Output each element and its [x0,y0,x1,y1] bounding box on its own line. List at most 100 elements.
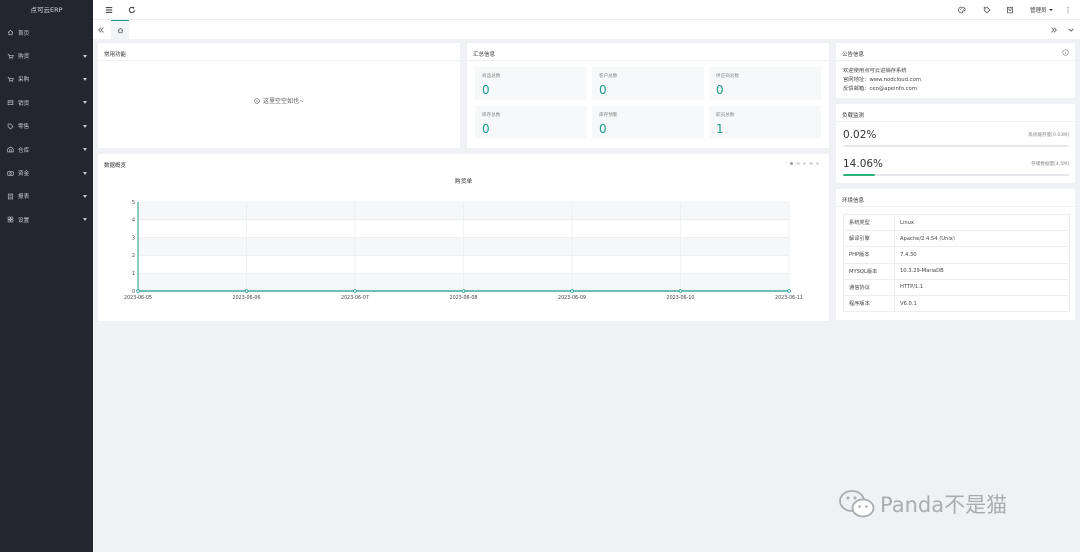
card-title: 常用功能 [104,52,127,58]
data-overview-card: 数据概览 购货单 0 1 2 3 4 5 2023-06-05 2023-06-06 2023-0… [98,154,829,321]
stat-label: 客户总数 [599,74,618,79]
caret-down-icon [1048,9,1053,11]
table-row: PHP版本 7.4.30 [843,246,1070,264]
table-row: 程序版本 V6.0.1 [843,294,1070,313]
y-tick-label: 3 [132,235,135,241]
sidebar-item[interactable]: 设置 [0,208,93,231]
tag-icon [7,123,14,130]
caret-down-icon [83,171,87,175]
x-tick-label: 2023-06-05 [124,295,152,301]
cart-icon [7,76,14,83]
y-tick-label: 1 [132,271,135,277]
caret-down-icon [83,124,87,128]
watermark: Panda不是猫 [838,488,1048,520]
notice-line: 欢迎使用点可云进销存系统 [843,68,907,74]
x-tick-label: 2023-06-08 [450,295,478,301]
cache-usage-value: 0.02% [843,129,877,141]
summary-stat[interactable]: 供应商总数 0 [709,67,821,100]
table-row: 通信协议 HTTP/1.1 [843,278,1070,296]
sidebar-item[interactable]: 零售 [0,115,93,138]
summary-stat[interactable]: 商品总数 0 [475,67,587,100]
grid-icon [7,216,14,223]
summary-stat[interactable]: 库存预警 0 [592,106,704,139]
double-chevron-left-icon[interactable] [96,25,106,35]
cache-usage-bar [843,145,1069,148]
x-tick-label: 2023-06-10 [667,295,695,301]
data-point [461,289,466,293]
stat-label: 供应商总数 [716,74,739,79]
sidebar-item[interactable]: 仓库 [0,138,93,161]
sidebar-item-label: 资金 [18,171,30,178]
storage-usage-value: 14.06% [843,158,884,170]
storage-usage-fill [843,174,875,177]
sidebar-item-label: 零售 [18,124,30,131]
env-value: Apache/2.4.54 (Unix) [894,230,1070,248]
sidebar-item[interactable]: 销货 [0,91,93,114]
palette-icon[interactable] [957,5,967,15]
summary-stat[interactable]: 库存总数 0 [475,106,587,139]
calendar-icon[interactable] [1005,5,1015,15]
tab-home[interactable] [111,20,129,39]
env-key: 解译引擎 [843,230,895,248]
env-value: V6.0.1 [894,294,1070,313]
stat-value: 0 [599,122,607,136]
env-key: 程序版本 [843,294,895,313]
data-point [787,289,791,293]
card-title: 汇总信息 [473,52,496,58]
menu-icon[interactable] [104,5,114,15]
y-tick-label: 4 [132,218,135,224]
x-tick-label: 2023-06-06 [233,295,261,301]
stat-label: 商品总数 [482,74,501,79]
sidebar-item-label: 仓库 [18,147,30,154]
info-icon[interactable] [1062,49,1069,56]
sidebar-item[interactable]: 首页 [0,21,93,44]
double-chevron-right-icon[interactable] [1049,25,1059,35]
app-logo: 点可云ERP [30,6,63,14]
summary-card: 汇总信息 商品总数 0 客户总数 0 供应商总数 0 库存总数 0 库存预警 0 职员总数 1 [467,43,829,148]
sidebar-item-label: 报表 [18,194,30,201]
money-icon [7,170,14,177]
refresh-icon[interactable] [127,5,137,15]
summary-stat[interactable]: 职员总数 1 [709,106,821,139]
env-key: 通信协议 [843,278,895,296]
home-icon [7,29,14,36]
env-value: 10.3.29-MariaDB [894,262,1070,280]
card-title: 负载监测 [842,113,865,119]
x-tick-label: 2023-06-09 [558,295,586,301]
env-key: PHP版本 [843,246,895,264]
sidebar-item[interactable]: 报表 [0,185,93,208]
home-icon [117,27,123,33]
tag-icon[interactable] [982,5,992,15]
table-row: MYSQL版本 10.3.29-MariaDB [843,262,1070,280]
sidebar: 点可云ERP 首页购货采购销货零售仓库资金报表设置 [0,0,93,552]
cart-icon [7,53,14,60]
stat-value: 0 [482,83,490,97]
stat-value: 0 [599,83,607,97]
caret-down-icon [83,101,87,105]
sidebar-nav: 首页购货采购销货零售仓库资金报表设置 [0,21,93,232]
sidebar-item[interactable]: 资金 [0,161,93,184]
x-tick-label: 2023-06-11 [775,295,803,301]
stat-label: 库存总数 [482,113,501,118]
wechat-icon [839,490,875,518]
storage-usage-label: 存储数据量[4.5M] [1031,162,1069,167]
notice-line: 官网地址：www.nodcloud.com [843,77,921,83]
sidebar-item-label: 采购 [18,77,30,84]
summary-stat[interactable]: 客户总数 0 [592,67,704,100]
card-title: 环境信息 [842,198,865,204]
env-value: Linux [894,213,1070,232]
data-point [244,289,249,293]
notice-card: 公告信息 欢迎使用点可云进销存系统 官网地址：www.nodcloud.com … [836,43,1075,98]
y-tick-label: 0 [132,289,135,295]
user-menu[interactable]: 管理员 [1030,6,1053,14]
sidebar-item[interactable]: 购货 [0,44,93,67]
notice-line: 反馈邮箱：ceo@apeinfo.com [843,86,917,92]
sidebar-item-label: 首页 [18,30,30,37]
chevron-down-icon[interactable] [1066,25,1076,35]
cache-usage-label: 系统缓存量[0.03M] [1028,133,1069,138]
sidebar-item[interactable]: 采购 [0,68,93,91]
more-vertical-icon[interactable] [1063,5,1073,15]
report-icon [7,193,14,200]
y-tick-label: 5 [132,200,135,206]
sidebar-item-label: 销货 [18,100,30,107]
